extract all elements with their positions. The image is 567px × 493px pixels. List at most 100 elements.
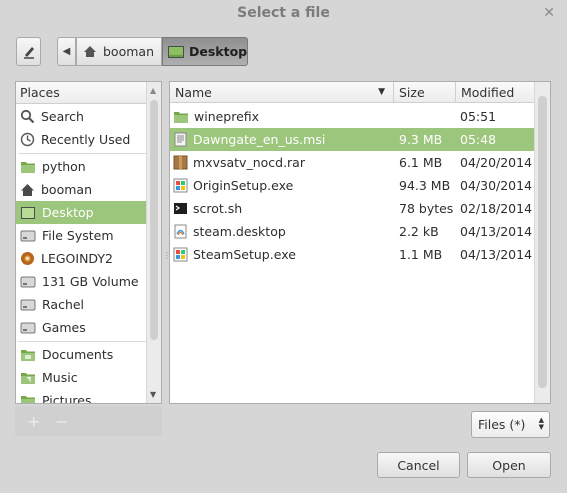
table-row[interactable]: steam.desktop 2.2 kB 04/13/2014 xyxy=(170,220,536,243)
sidebar-item-label: Pictures xyxy=(42,393,92,404)
path-crumb-desktop[interactable]: Desktop xyxy=(162,37,248,66)
column-header-size[interactable]: Size xyxy=(394,82,456,103)
arrow-left-icon: ◀ xyxy=(62,46,71,57)
sidebar-item-documents[interactable]: Documents xyxy=(16,343,148,366)
cancel-button[interactable]: Cancel xyxy=(377,452,460,478)
file-modified: 04/13/2014 xyxy=(460,247,533,262)
terminal-icon xyxy=(173,201,188,216)
desktop-file-icon xyxy=(173,224,188,239)
sort-descending-icon: ▼ xyxy=(378,87,385,97)
open-button-label: Open xyxy=(492,457,526,473)
sidebar-item-booman[interactable]: booman xyxy=(16,178,148,201)
sidebar-item-search[interactable]: Search xyxy=(16,105,148,128)
add-bookmark-button[interactable]: + xyxy=(27,412,40,431)
sidebar-item-label: Recently Used xyxy=(41,132,131,147)
file-type-filter[interactable]: Files (*) ▲ ▼ xyxy=(471,411,550,438)
sidebar-item-label: 131 GB Volume xyxy=(42,274,139,289)
folder-icon xyxy=(20,348,36,362)
archive-icon xyxy=(173,155,188,170)
scroll-down-icon[interactable]: ▼ xyxy=(150,390,156,399)
file-size: 6.1 MB xyxy=(399,155,443,170)
sidebar-item-label: Rachel xyxy=(42,297,85,312)
sidebar-item-label: LEGOINDY2 xyxy=(41,251,113,266)
disc-icon xyxy=(20,251,35,266)
sidebar-item-131gb-volume[interactable]: 131 GB Volume xyxy=(16,270,148,293)
path-back-button[interactable]: ◀ xyxy=(57,37,76,66)
sidebar-item-games[interactable]: Games xyxy=(16,316,148,339)
sidebar-divider xyxy=(18,341,146,342)
file-name: OriginSetup.exe xyxy=(193,178,294,193)
file-list-scrollbar[interactable] xyxy=(534,82,550,403)
file-size: 1.1 MB xyxy=(399,247,443,262)
close-icon[interactable]: ✕ xyxy=(543,5,555,21)
places-scrollbar-thumb[interactable] xyxy=(150,100,158,340)
search-icon xyxy=(20,109,35,124)
open-button[interactable]: Open xyxy=(467,452,551,478)
folder-icon xyxy=(173,110,189,124)
sidebar-item-music[interactable]: Music xyxy=(16,366,148,389)
drive-icon xyxy=(20,321,36,335)
pictures-folder-icon xyxy=(20,394,36,403)
file-list-scrollbar-thumb[interactable] xyxy=(538,96,547,388)
file-name: scrot.sh xyxy=(193,201,243,216)
sidebar-item-python[interactable]: python xyxy=(16,155,148,178)
sidebar-item-recently-used[interactable]: Recently Used xyxy=(16,128,148,151)
file-name: SteamSetup.exe xyxy=(193,247,296,262)
table-row[interactable]: Dawngate_en_us.msi 9.3 MB 05:48 xyxy=(170,128,536,151)
sidebar-item-label: booman xyxy=(41,182,92,197)
file-size: 9.3 MB xyxy=(399,132,443,147)
document-icon xyxy=(173,132,188,147)
column-header-label: Name xyxy=(175,85,212,100)
sidebar-item-file-system[interactable]: File System xyxy=(16,224,148,247)
remove-bookmark-button[interactable]: − xyxy=(55,412,68,431)
type-location-button[interactable] xyxy=(16,37,41,66)
spin-arrows-icon: ▲ ▼ xyxy=(538,416,544,431)
clock-icon xyxy=(20,132,35,147)
sidebar-item-desktop[interactable]: Desktop xyxy=(16,201,148,224)
file-size: 78 bytes xyxy=(399,201,454,216)
places-toolbar: + − xyxy=(15,406,162,436)
column-header-name[interactable]: Name ▼ xyxy=(170,82,394,103)
column-header-label: Modified xyxy=(461,85,515,100)
sidebar-item-label: File System xyxy=(42,228,114,243)
sidebar-item-label: Games xyxy=(42,320,86,335)
sidebar-item-legoindy2[interactable]: LEGOINDY2 xyxy=(16,247,148,270)
places-scrollbar[interactable]: ▲ ▼ xyxy=(146,82,161,403)
exe-icon xyxy=(173,247,188,262)
file-modified: 02/18/2014 xyxy=(460,201,533,216)
table-row[interactable]: wineprefix 05:51 xyxy=(170,105,536,128)
sidebar-item-label: Desktop xyxy=(42,205,94,220)
file-name: wineprefix xyxy=(194,109,260,124)
pencil-icon xyxy=(22,44,36,60)
scroll-up-icon[interactable]: ▲ xyxy=(150,86,156,95)
table-row[interactable]: SteamSetup.exe 1.1 MB 04/13/2014 xyxy=(170,243,536,266)
file-list: Name ▼ Size Modified wineprefix 05:51 Da… xyxy=(169,81,551,404)
filter-value: Files (*) xyxy=(478,417,526,432)
column-header-label: Size xyxy=(399,85,425,100)
file-modified: 05:51 xyxy=(460,109,497,124)
sidebar-item-pictures[interactable]: Pictures xyxy=(16,389,148,404)
sidebar-item-label: Search xyxy=(41,109,84,124)
sidebar-item-label: Music xyxy=(42,370,78,385)
table-row[interactable]: scrot.sh 78 bytes 02/18/2014 xyxy=(170,197,536,220)
desktop-icon xyxy=(167,44,185,59)
file-size: 94.3 MB xyxy=(399,178,451,193)
file-name: mxvsatv_nocd.rar xyxy=(193,155,305,170)
dialog-title: Select a file xyxy=(237,5,330,21)
table-row[interactable]: mxvsatv_nocd.rar 6.1 MB 04/20/2014 xyxy=(170,151,536,174)
file-modified: 04/30/2014 xyxy=(460,178,533,193)
path-crumb-label: booman xyxy=(103,44,154,59)
sidebar-item-label: python xyxy=(42,159,86,174)
home-icon xyxy=(83,45,97,58)
sidebar-divider xyxy=(18,153,146,154)
table-row[interactable]: OriginSetup.exe 94.3 MB 04/30/2014 xyxy=(170,174,536,197)
cancel-button-label: Cancel xyxy=(397,457,440,473)
file-name: steam.desktop xyxy=(193,224,286,239)
file-size: 2.2 kB xyxy=(399,224,439,239)
sidebar-item-rachel[interactable]: Rachel xyxy=(16,293,148,316)
exe-icon xyxy=(173,178,188,193)
column-header-modified[interactable]: Modified xyxy=(456,82,536,103)
places-sidebar: Places Search Recently Used python booma… xyxy=(15,81,162,404)
places-header: Places xyxy=(16,82,161,104)
path-crumb-booman[interactable]: booman xyxy=(76,37,162,66)
